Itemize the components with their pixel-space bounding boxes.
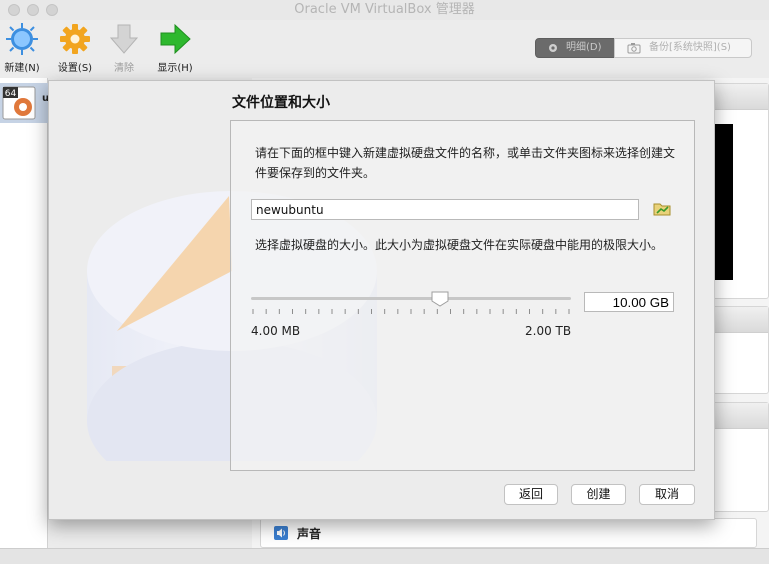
show-button[interactable]: 显示(H) [149, 20, 201, 78]
main-toolbar: 新建(N) 设置(S) 清除 显示(H) 明细(D) 备份[系统快照](S) [0, 20, 769, 78]
discard-button-label: 清除 [114, 63, 134, 74]
preview-screen [715, 124, 733, 280]
snapshots-view-toggle[interactable]: 备份[系统快照](S) [614, 38, 752, 58]
speaker-icon [274, 526, 288, 540]
audio-panel-label: 声音 [297, 527, 322, 541]
discard-button[interactable]: 清除 [98, 20, 150, 78]
size-slider[interactable] [251, 297, 571, 300]
right-arrow-icon [160, 23, 191, 55]
location-description: 请在下面的框中键入新建虚拟硬盘文件的名称，或单击文件夹图标来选择创建文件要保存到… [255, 146, 676, 180]
new-sun-icon [6, 23, 38, 55]
camera-icon [627, 43, 641, 54]
window-titlebar: Oracle VM VirtualBox 管理器 [0, 0, 769, 20]
size-input[interactable] [584, 292, 674, 312]
gear-icon [549, 44, 557, 52]
slider-ticks [252, 309, 570, 314]
settings-button[interactable]: 设置(S) [49, 20, 101, 78]
minimize-window-button[interactable] [27, 4, 39, 16]
status-bar [0, 548, 769, 564]
dialog-content-box: 请在下面的框中键入新建虚拟硬盘文件的名称，或单击文件夹图标来选择创建文件要保存到… [230, 120, 695, 471]
filename-input[interactable] [251, 199, 639, 220]
new-button[interactable]: 新建(N) [0, 20, 48, 78]
window-title: Oracle VM VirtualBox 管理器 [294, 2, 475, 17]
details-view-label: 明细(D) [566, 42, 602, 53]
snapshots-view-label: 备份[系统快照](S) [649, 42, 731, 53]
max-size-label: 2.00 TB [525, 324, 572, 338]
dialog-title: 文件位置和大小 [232, 95, 330, 111]
ubuntu-64-icon: 64 [2, 86, 36, 120]
folder-icon[interactable] [652, 199, 672, 219]
details-panel [712, 306, 769, 394]
create-button[interactable]: 创建 [571, 484, 626, 505]
vm-list-item[interactable]: 64 u [0, 83, 49, 123]
vm-list: 64 u [0, 78, 49, 548]
settings-button-label: 设置(S) [57, 63, 93, 74]
create-disk-dialog: 文件位置和大小 请在下面的框中键入新建虚拟硬盘文件的名称，或单击文件夹图标来选择… [48, 80, 715, 520]
size-description: 选择虚拟硬盘的大小。此大小为虚拟硬盘文件在实际硬盘中能用的极限大小。 [255, 238, 664, 252]
zoom-window-button[interactable] [46, 4, 58, 16]
details-view-toggle[interactable]: 明细(D) [535, 38, 615, 58]
details-panel [712, 402, 769, 512]
close-window-button[interactable] [8, 4, 20, 16]
min-size-label: 4.00 MB [251, 324, 301, 338]
down-arrow-icon [109, 24, 139, 54]
cancel-button[interactable]: 取消 [639, 484, 695, 505]
gear-icon [60, 24, 90, 54]
audio-panel[interactable]: 声音 [260, 518, 757, 548]
vm-arch-badge: 64 [5, 89, 17, 99]
back-button[interactable]: 返回 [504, 484, 558, 505]
show-button-label: 显示(H) [157, 63, 193, 74]
size-slider-thumb[interactable] [431, 291, 449, 307]
new-button-label: 新建(N) [4, 63, 40, 74]
